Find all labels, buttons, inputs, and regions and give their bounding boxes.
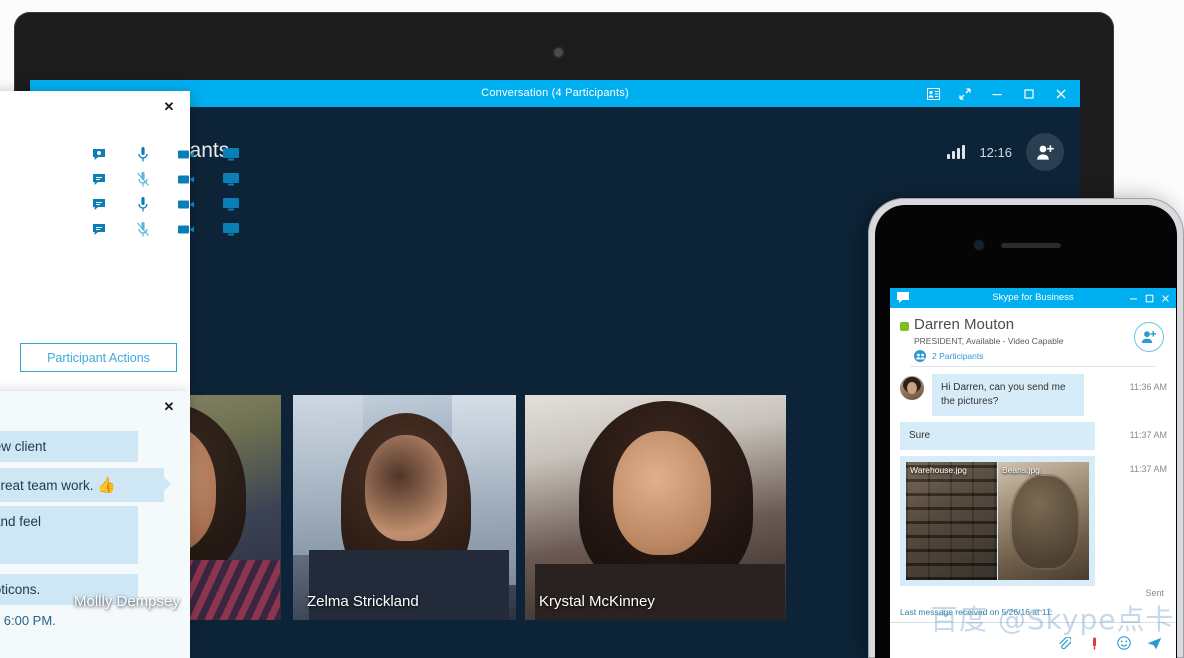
participant-name: Zelma Strickland bbox=[307, 593, 419, 610]
phone-camera-icon bbox=[975, 241, 983, 249]
message-timestamp: 11:37 AM bbox=[1129, 430, 1167, 440]
chat-message-bubble: as great team work. 👍 bbox=[0, 468, 171, 502]
avatar bbox=[900, 376, 924, 400]
participant-name: Krystal McKinney bbox=[539, 593, 655, 610]
outgoing-message-bubble: Sure bbox=[900, 422, 1095, 450]
mic-muted-icon[interactable] bbox=[131, 170, 154, 188]
chat-message-bubble: e new client bbox=[0, 431, 138, 462]
message-composer[interactable] bbox=[890, 623, 1176, 658]
maximize-icon[interactable] bbox=[1014, 80, 1044, 107]
phone-bezel: Skype for Business Darren Mouton PRESIDE… bbox=[875, 205, 1177, 658]
presence-indicator bbox=[900, 322, 909, 331]
video-icon[interactable] bbox=[175, 170, 198, 188]
mic-muted-icon[interactable] bbox=[131, 220, 154, 238]
attachment-filename: Beans.jpg bbox=[1002, 465, 1040, 475]
delivery-status: Sent bbox=[1145, 588, 1164, 598]
chat-panel-footer-note: 016 at 6:00 PM. bbox=[0, 613, 56, 628]
chat-icon[interactable] bbox=[87, 145, 110, 163]
message-timestamp: 11:36 AM bbox=[1129, 382, 1167, 392]
smartphone-device: Skype for Business Darren Mouton PRESIDE… bbox=[868, 198, 1184, 658]
participant-action-icon-grid bbox=[87, 145, 242, 238]
emoji-icon[interactable] bbox=[1116, 635, 1132, 651]
video-icon[interactable] bbox=[175, 220, 198, 238]
participants-label: 2 Participants bbox=[932, 351, 984, 361]
attachment-bubble[interactable]: Warehouse.jpg Beans.jpg bbox=[900, 456, 1095, 586]
screenshare-icon[interactable] bbox=[219, 195, 242, 213]
participant-video-feed bbox=[525, 395, 786, 620]
phone-message-thread: Hi Darren, can you send me the pictures?… bbox=[890, 366, 1176, 598]
phone-screen: Skype for Business Darren Mouton PRESIDE… bbox=[890, 288, 1176, 658]
video-tile[interactable]: Krystal McKinney bbox=[525, 395, 786, 620]
chat-icon[interactable] bbox=[87, 220, 110, 238]
call-duration: 12:16 bbox=[979, 144, 1012, 160]
incoming-message-bubble: Hi Darren, can you send me the pictures? bbox=[932, 374, 1084, 416]
chat-message-text: e new client bbox=[0, 439, 47, 454]
attachment-filename: Warehouse.jpg bbox=[910, 465, 967, 475]
chat-panel: ✕ e new client as great team work. 👍 ok … bbox=[0, 391, 190, 658]
window-controls bbox=[918, 80, 1076, 107]
beans-thumbnail[interactable]: Beans.jpg bbox=[998, 462, 1089, 580]
warehouse-thumbnail[interactable]: Warehouse.jpg bbox=[906, 462, 997, 580]
add-person-icon[interactable] bbox=[1026, 133, 1064, 171]
thumbs-up-icon: 👍 bbox=[97, 477, 116, 494]
maximize-icon[interactable] bbox=[1142, 288, 1157, 308]
phone-speaker-icon bbox=[1001, 243, 1061, 248]
phone-app-titlebar: Skype for Business bbox=[890, 288, 1176, 308]
message-row: Hi Darren, can you send me the pictures?… bbox=[890, 374, 1176, 416]
chat-icon[interactable] bbox=[87, 195, 110, 213]
mic-icon[interactable] bbox=[131, 145, 154, 163]
screenshare-icon[interactable] bbox=[219, 170, 242, 188]
phone-footer: Last message received on 5/26/16 at 11: bbox=[890, 607, 1176, 658]
bubble-tail bbox=[164, 477, 171, 491]
phone-window-controls bbox=[1126, 288, 1173, 308]
contact-name: Darren Mouton bbox=[914, 316, 1015, 333]
close-icon[interactable] bbox=[1158, 288, 1173, 308]
close-icon[interactable]: ✕ bbox=[162, 399, 176, 414]
attach-icon[interactable] bbox=[1056, 635, 1072, 651]
call-icon[interactable] bbox=[1086, 635, 1102, 651]
message-timestamp: 11:37 AM bbox=[1129, 464, 1167, 474]
message-row: Sure 11:37 AM bbox=[890, 422, 1176, 450]
screenshare-icon[interactable] bbox=[219, 145, 242, 163]
phone-contact-header: Darren Mouton PRESIDENT, Available - Vid… bbox=[890, 308, 1176, 367]
minimize-icon[interactable] bbox=[982, 80, 1012, 107]
last-message-note: Last message received on 5/26/16 at 11: bbox=[900, 607, 1053, 617]
chat-message-text: ok and feel bbox=[0, 514, 42, 529]
participant-actions-button[interactable]: Participant Actions bbox=[20, 343, 177, 372]
chat-icon[interactable] bbox=[87, 170, 110, 188]
contact-status-line: PRESIDENT, Available - Video Capable bbox=[914, 336, 1064, 346]
laptop-webcam-icon bbox=[554, 48, 563, 57]
message-row: Warehouse.jpg Beans.jpg 11:37 AM Sent bbox=[890, 456, 1176, 598]
close-icon[interactable] bbox=[1046, 80, 1076, 107]
send-icon[interactable] bbox=[1146, 635, 1162, 651]
expand-icon[interactable] bbox=[950, 80, 980, 107]
video-icon[interactable] bbox=[175, 195, 198, 213]
screenshot-stage: Conversation (4 Participants) 12:16 Moll… bbox=[0, 0, 1184, 658]
close-icon[interactable]: ✕ bbox=[162, 99, 176, 114]
people-icon bbox=[914, 350, 926, 362]
video-tile[interactable]: Zelma Strickland bbox=[293, 395, 516, 620]
participants-row[interactable]: 2 Participants bbox=[914, 350, 1166, 362]
contact-card-icon[interactable] bbox=[918, 80, 948, 107]
signal-bars-icon bbox=[947, 145, 966, 159]
chat-message-text: as great team work. bbox=[0, 478, 94, 493]
screenshare-icon[interactable] bbox=[219, 220, 242, 238]
minimize-icon[interactable] bbox=[1126, 288, 1141, 308]
participant-video-feed bbox=[293, 395, 516, 620]
participant-name: Mollly Dempsey bbox=[74, 593, 180, 610]
conference-header-actions: 12:16 bbox=[947, 133, 1064, 171]
chat-message-text: emoticons. bbox=[0, 582, 41, 597]
chat-message-bubble: ok and feel bbox=[0, 506, 138, 564]
video-icon[interactable] bbox=[175, 145, 198, 163]
add-person-icon[interactable] bbox=[1134, 322, 1164, 352]
mic-icon[interactable] bbox=[131, 195, 154, 213]
participant-actions-panel: ✕ Participant Actions bbox=[0, 91, 239, 391]
